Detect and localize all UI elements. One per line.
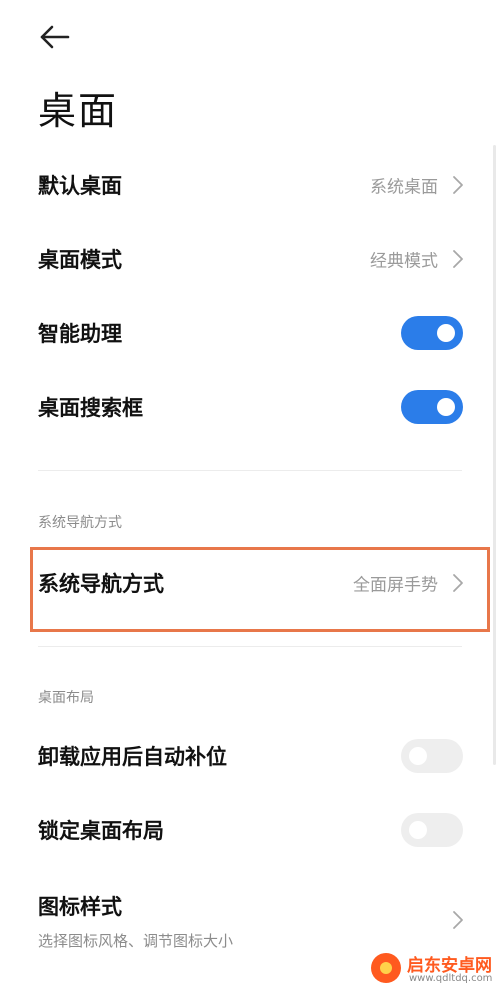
lock-layout-row: 锁定桌面布局 — [0, 793, 500, 867]
desktop-mode-value: 经典模式 — [370, 251, 438, 272]
icon-style-subtitle: 选择图标风格、调节图标大小 — [38, 932, 234, 950]
desktop-search-toggle[interactable] — [401, 390, 463, 424]
icon-style-row[interactable]: 图标样式 选择图标风格、调节图标大小 — [0, 880, 500, 960]
toggle-knob — [409, 821, 427, 839]
smart-assistant-label: 智能助理 — [38, 322, 122, 346]
chevron-right-icon — [453, 250, 463, 268]
watermark: 启东安卓网 www.qdltdq.com — [365, 949, 500, 991]
smart-assistant-toggle[interactable] — [401, 316, 463, 350]
divider — [38, 646, 462, 647]
lock-layout-label: 锁定桌面布局 — [38, 819, 164, 843]
icon-style-label: 图标样式 — [38, 895, 122, 919]
desktop-search-label: 桌面搜索框 — [38, 396, 143, 420]
auto-fill-label: 卸载应用后自动补位 — [38, 745, 227, 769]
auto-fill-row: 卸载应用后自动补位 — [0, 719, 500, 793]
default-desktop-value: 系统桌面 — [370, 177, 438, 198]
watermark-logo-icon — [371, 953, 401, 983]
chevron-right-icon — [453, 911, 463, 929]
desktop-search-row: 桌面搜索框 — [0, 370, 500, 444]
section-title-layout: 桌面布局 — [38, 690, 94, 706]
default-desktop-label: 默认桌面 — [38, 174, 122, 198]
divider — [38, 470, 462, 471]
smart-assistant-row: 智能助理 — [0, 296, 500, 370]
toggle-knob — [409, 747, 427, 765]
desktop-mode-label: 桌面模式 — [38, 248, 122, 272]
default-desktop-row[interactable]: 默认桌面 系统桌面 — [0, 148, 500, 222]
watermark-url: www.qdltdq.com — [409, 973, 493, 984]
lock-layout-toggle[interactable] — [401, 813, 463, 847]
section-title-navigation: 系统导航方式 — [38, 515, 122, 531]
back-arrow-icon[interactable] — [38, 22, 72, 52]
desktop-mode-row[interactable]: 桌面模式 经典模式 — [0, 222, 500, 296]
auto-fill-toggle[interactable] — [401, 739, 463, 773]
page-title: 桌面 — [38, 89, 119, 133]
highlight-box — [30, 547, 490, 632]
toggle-knob — [437, 324, 455, 342]
toggle-knob — [437, 398, 455, 416]
chevron-right-icon — [453, 176, 463, 194]
